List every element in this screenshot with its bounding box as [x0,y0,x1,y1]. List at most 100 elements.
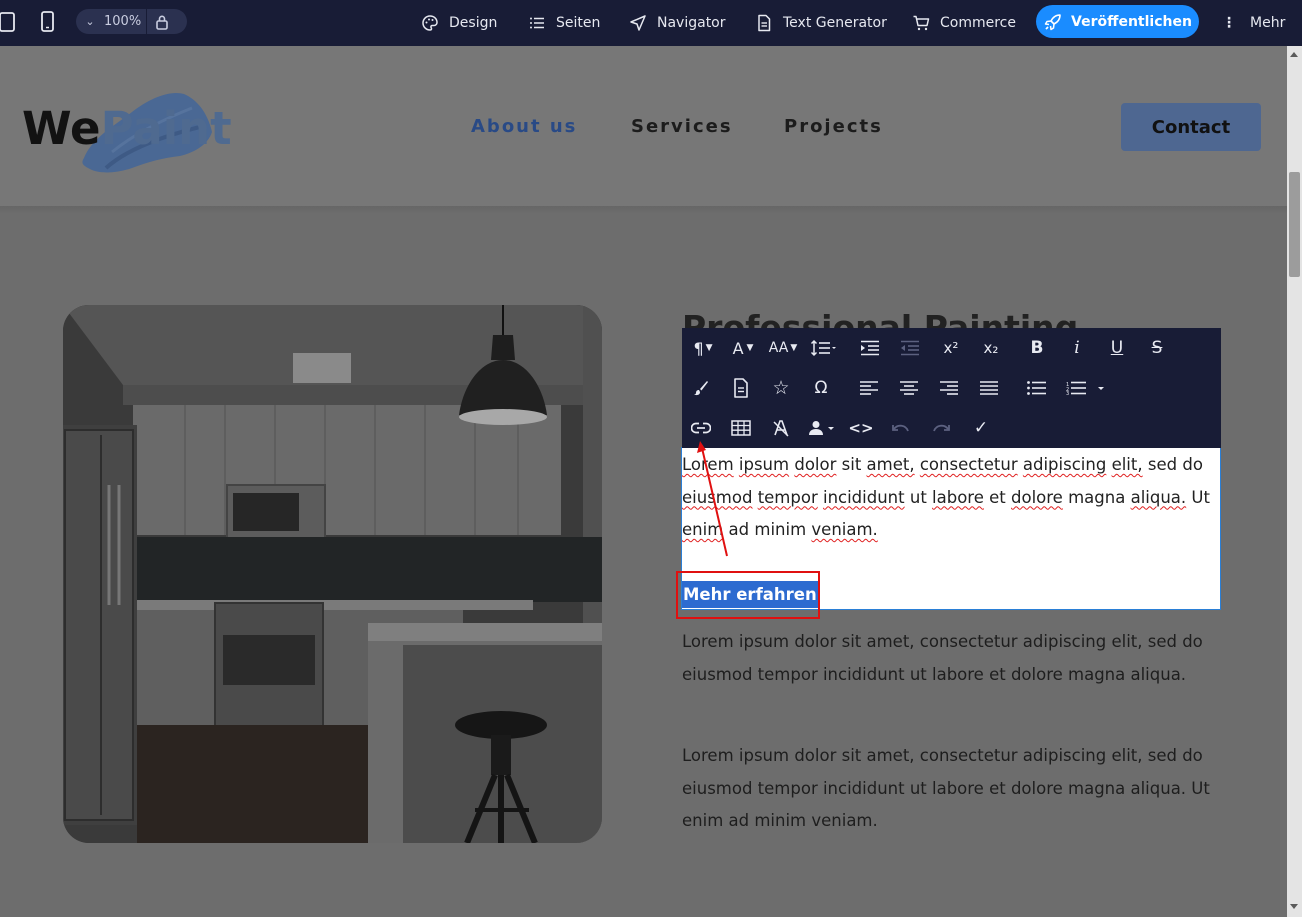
word: veniam. [811,520,878,539]
word: eiusmod [682,487,753,507]
chevron-down-icon: ▼ [790,343,798,353]
document-icon[interactable] [730,374,752,402]
undo-icon[interactable] [890,414,912,442]
toolbar-row-3: <> ✓ [682,408,1221,448]
person-icon[interactable] [806,414,840,442]
kebab-menu-icon: ⋮ [1222,15,1236,31]
bullet-list-icon[interactable] [1026,374,1048,402]
word: aliqua. [1130,487,1187,507]
more-menu[interactable]: ⋮ Mehr [1222,0,1285,46]
publish-button[interactable]: Veröffentlichen [1036,5,1199,38]
nav-pages-label: Seiten [556,15,601,31]
lock-icon[interactable] [155,14,169,30]
indent-icon[interactable] [856,334,884,362]
word: labore [932,487,984,507]
palette-icon [422,15,438,31]
svg-text:3: 3 [1066,391,1069,395]
highlight-box [676,571,820,619]
word: dolore [1011,487,1063,507]
nav-design-label: Design [449,15,498,31]
scroll-down-icon[interactable] [1290,904,1298,909]
insert-link-icon[interactable] [690,414,712,442]
line-height-icon[interactable] [806,334,840,362]
rich-text-toolbar: ¶ ▼ A ▼ AA ▼ x² x₂ B i U S ☆ Ω 1 2 3 <> … [682,328,1221,448]
kitchen-illustration [63,305,602,843]
chevron-down-icon: ▼ [746,343,754,353]
nav-commerce[interactable]: Commerce [912,0,1016,46]
table-icon[interactable] [730,414,752,442]
font-family-icon[interactable]: A ▼ [728,334,758,362]
font-size-icon[interactable]: AA ▼ [766,334,800,362]
header-shadow [0,206,1287,214]
word: ad [728,520,750,539]
check-icon[interactable]: ✓ [970,414,992,442]
word: ut [909,487,927,507]
navigation-arrow-icon [630,15,646,31]
nav-text-generator-label: Text Generator [783,15,887,31]
align-right-icon[interactable] [938,374,960,402]
zoom-control[interactable]: ⌄ 100% [76,9,187,34]
word: tempor [757,487,818,507]
tablet-view-icon[interactable] [0,10,18,34]
omega-icon[interactable]: Ω [810,374,832,402]
document-text-icon [758,14,771,32]
subscript-icon[interactable]: x₂ [978,334,1004,362]
contact-button[interactable]: Contact [1121,103,1261,151]
align-center-icon[interactable] [898,374,920,402]
word: amet, [866,455,915,474]
word: elit, [1111,455,1143,474]
nav-design[interactable]: Design [421,0,497,46]
more-label: Mehr [1250,15,1286,31]
numbered-list-icon[interactable]: 123 [1064,374,1108,402]
word: minim [754,520,807,539]
chevron-down-icon: ▼ [705,343,713,353]
word: et [989,487,1006,507]
nav-commerce-label: Commerce [940,15,1016,31]
zoom-level: 100% [104,14,142,29]
word: sit [841,455,862,474]
page-scrollbar[interactable] [1287,46,1302,917]
mobile-view-icon[interactable] [38,10,58,34]
logo[interactable]: WePaint [22,102,232,155]
align-justify-icon[interactable] [978,374,1000,402]
nav-navigator[interactable]: Navigator [629,0,726,46]
glyph: A [732,338,744,358]
site-nav-projects[interactable]: Projects [784,116,883,137]
outdent-icon[interactable] [896,334,924,362]
code-view-icon[interactable]: <> [848,414,874,442]
glyph: ¶ [693,338,704,358]
paint-brush-icon[interactable] [690,374,712,402]
word: sed [1147,455,1178,474]
word: magna [1068,487,1126,507]
word: enim [682,520,724,539]
strikethrough-icon[interactable]: S [1146,334,1168,362]
site-header: WePaint About us Services Projects Conta… [0,46,1287,206]
star-icon[interactable]: ☆ [770,374,792,402]
word: consectetur [919,455,1018,474]
toolbar-row-2: ☆ Ω 123 [682,368,1221,408]
redo-icon[interactable] [930,414,952,442]
word: Ut [1191,487,1210,507]
align-left-icon[interactable] [858,374,880,402]
logo-part-we: We [22,102,101,155]
word: do [1182,455,1203,474]
word: dolor [794,455,837,474]
underline-icon[interactable]: U [1106,334,1128,362]
site-nav-services[interactable]: Services [631,116,733,137]
italic-icon[interactable]: i [1066,334,1088,362]
paragraph-format-icon[interactable]: ¶ ▼ [688,334,718,362]
toolbar-row-1: ¶ ▼ A ▼ AA ▼ x² x₂ B i U S [682,328,1221,368]
superscript-icon[interactable]: x² [938,334,964,362]
nav-text-generator[interactable]: Text Generator [755,0,887,46]
zoom-divider [146,9,147,34]
edit-paragraph[interactable]: Lorem ipsum dolor sit amet, consectetur … [682,448,1212,547]
word: Lorem [682,455,734,474]
site-nav-about[interactable]: About us [471,116,577,137]
chevron-down-icon[interactable]: ⌄ [76,15,104,28]
scroll-thumb[interactable] [1289,172,1300,277]
bold-icon[interactable]: B [1026,334,1048,362]
word: ipsum [738,455,790,474]
nav-pages[interactable]: Seiten [528,0,600,46]
clear-formatting-icon[interactable] [770,414,792,442]
scroll-up-icon[interactable] [1290,52,1298,57]
